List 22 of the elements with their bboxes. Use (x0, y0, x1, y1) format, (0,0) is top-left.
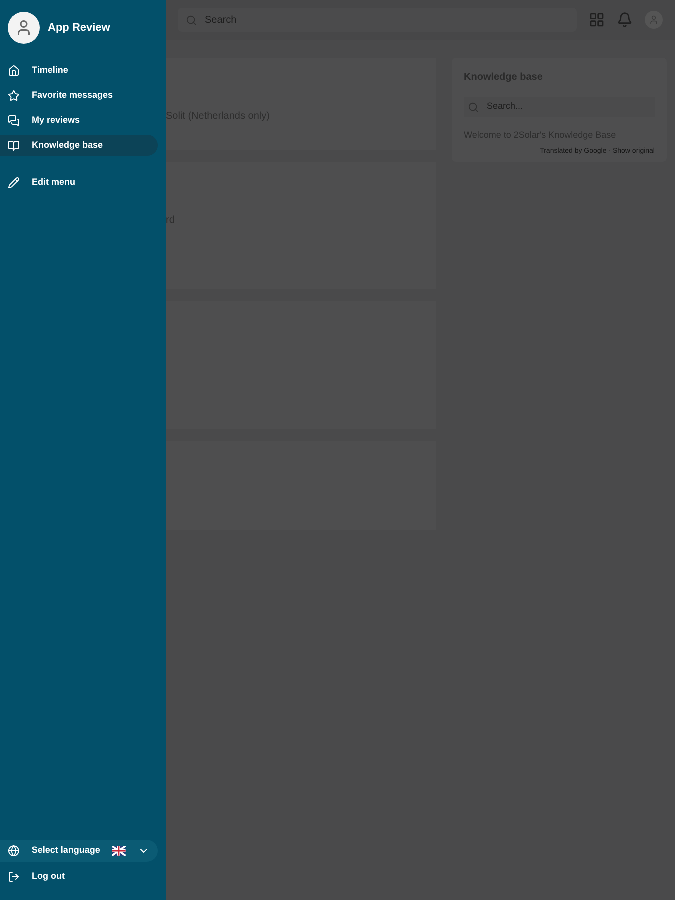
account-name: App Review (48, 20, 110, 36)
search-icon (468, 102, 479, 112)
menu-item[interactable]: My reviews (0, 110, 158, 131)
star-icon (8, 90, 20, 102)
globe-icon (8, 845, 20, 857)
apps-grid-icon[interactable] (589, 12, 605, 28)
menu-item[interactable]: Knowledge base (0, 135, 158, 156)
pencil-icon (8, 176, 20, 188)
language-selector[interactable]: Select language (0, 840, 158, 862)
home-icon (8, 64, 20, 76)
search-icon (186, 14, 197, 26)
menu-item[interactable]: Edit menu (0, 172, 166, 193)
avatar-icon[interactable] (8, 12, 40, 44)
bell-icon[interactable] (617, 12, 633, 28)
profile-icon[interactable] (645, 11, 663, 29)
reviews-icon (8, 114, 20, 126)
book-icon (8, 140, 20, 152)
menu-item[interactable]: Favorite messages (0, 85, 158, 106)
logout-icon (8, 871, 20, 883)
menu-item[interactable]: Log out (0, 866, 166, 888)
menu-item[interactable]: Timeline (0, 60, 158, 81)
flag-icon (112, 846, 126, 856)
